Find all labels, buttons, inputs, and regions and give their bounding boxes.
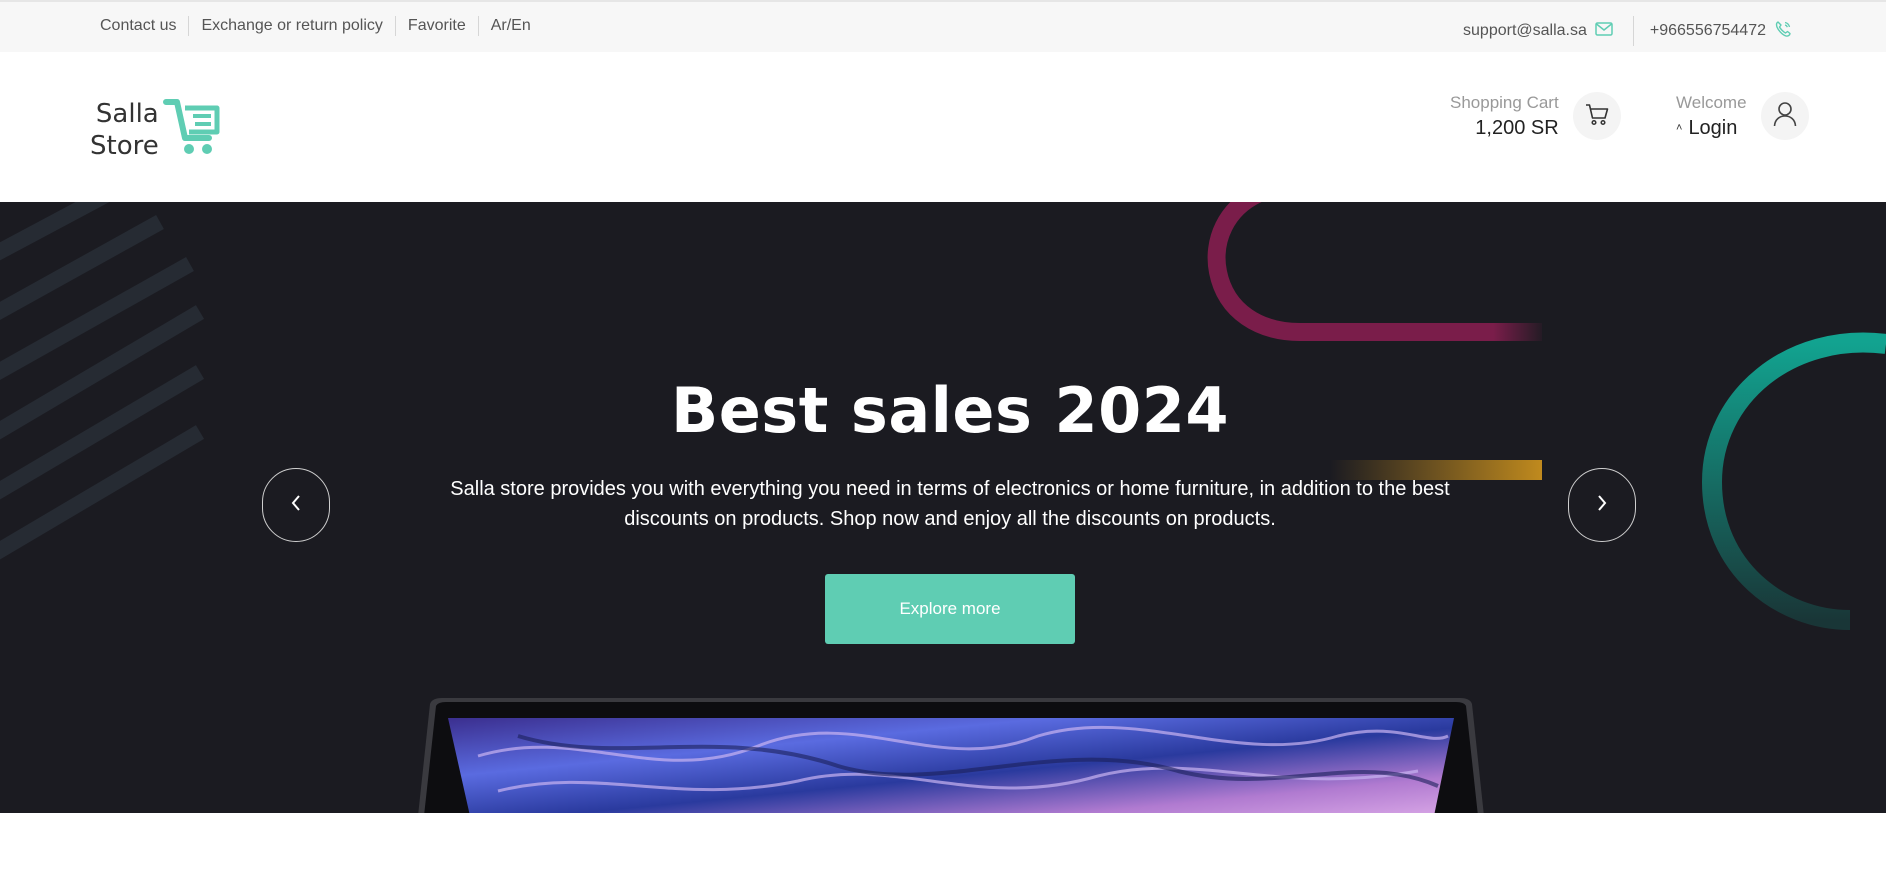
cart-button[interactable] [1572, 92, 1621, 140]
explore-more-button[interactable]: Explore more [825, 574, 1075, 644]
user-text: Welcome ˄ Login [1676, 93, 1747, 140]
chevron-right-icon [1595, 494, 1609, 517]
phone-contact[interactable]: +966556754472 [1650, 20, 1792, 43]
favorite-link[interactable]: Favorite [394, 16, 478, 36]
hero-description: Salla store provides you with everything… [450, 478, 1450, 530]
hero-title: Best sales 2024 [670, 374, 1230, 447]
top-links: Contact us Exchange or return policy Fav… [100, 16, 543, 36]
login-link[interactable]: ˄ Login [1676, 117, 1747, 140]
top-bar: Contact us Exchange or return policy Fav… [0, 0, 1886, 52]
contact-us-link[interactable]: Contact us [100, 16, 188, 36]
cart-label: Shopping Cart [1450, 92, 1559, 112]
support-phone: +966556754472 [1649, 22, 1766, 39]
user-icon [1772, 100, 1798, 133]
chevron-left-icon [289, 494, 303, 517]
laptop-image [418, 698, 1484, 813]
slider-prev-button[interactable] [262, 468, 330, 542]
email-contact[interactable]: support@salla.sa [1463, 21, 1613, 41]
cart-summary[interactable]: Shopping Cart 1,200 SR [1450, 92, 1621, 140]
site-header: Salla Store Shopping Cart 1,200 SR Welco [0, 52, 1886, 202]
contact-info: support@salla.sa +966556754472 [1463, 16, 1792, 46]
page-body [0, 813, 1886, 884]
support-email: support@salla.sa [1463, 22, 1587, 39]
cart-text: Shopping Cart 1,200 SR [1450, 93, 1559, 140]
login-label: Login [1688, 116, 1738, 139]
cart-logo-icon [162, 96, 221, 163]
logo-line-2: Store [90, 130, 159, 161]
account-button[interactable] [1760, 92, 1809, 140]
caret-up-icon: ˄ [1676, 122, 1683, 134]
shopping-cart-icon [1584, 102, 1610, 131]
slider-next-button[interactable] [1568, 468, 1636, 542]
return-policy-link[interactable]: Exchange or return policy [188, 16, 394, 36]
store-logo[interactable]: Salla Store [90, 96, 221, 163]
language-switch-link[interactable]: Ar/En [477, 16, 543, 36]
cart-total: 1,200 SR [1475, 116, 1559, 139]
user-account[interactable]: Welcome ˄ Login [1676, 92, 1809, 140]
mail-icon [1595, 21, 1613, 41]
phone-icon [1774, 20, 1792, 43]
welcome-label: Welcome [1676, 92, 1747, 112]
logo-line-1: Salla [95, 98, 159, 129]
contact-divider [1632, 16, 1634, 46]
logo-text: Salla Store [90, 98, 159, 162]
hero-slider: Best sales 2024 Salla store provides you… [0, 202, 1886, 813]
